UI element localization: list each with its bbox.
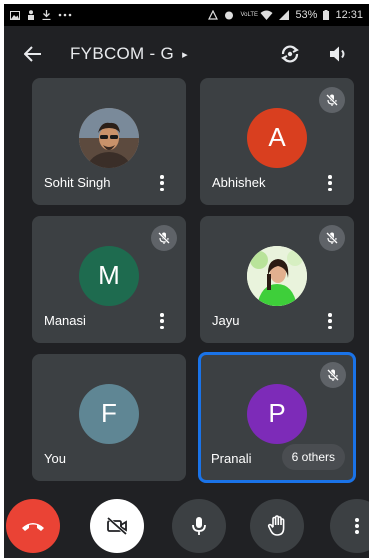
more-options-button[interactable] <box>330 499 369 553</box>
mic-off-badge <box>319 225 345 251</box>
more-dots-icon <box>58 13 72 17</box>
volte-icon: VoLTE <box>240 12 259 18</box>
end-call-button[interactable] <box>6 499 60 553</box>
microphone-button[interactable] <box>172 499 226 553</box>
alarm-icon <box>225 11 234 20</box>
status-bar: VoLTE 53% 12:31 <box>4 4 369 26</box>
signal-icon <box>279 10 290 20</box>
status-left <box>10 10 72 20</box>
videocam-off-icon <box>107 517 127 535</box>
clock-text: 12:31 <box>335 9 363 21</box>
connect-icon <box>208 10 219 20</box>
mic-off-icon <box>327 369 339 381</box>
mic-off-badge <box>319 87 345 113</box>
avatar-photo-sohit-singh <box>79 107 139 168</box>
battery-icon <box>323 10 330 20</box>
more-vert-icon[interactable] <box>326 175 334 191</box>
profile-photo-icon <box>247 245 307 306</box>
participant-tile-you[interactable]: F You <box>32 354 186 481</box>
more-vert-icon[interactable] <box>326 313 334 329</box>
title-expand-icon[interactable]: ▸ <box>182 48 188 61</box>
participant-name: Abhishek <box>212 175 266 190</box>
participant-name: Pranali <box>211 451 252 466</box>
back-button[interactable] <box>18 39 48 69</box>
participant-name: You <box>44 451 66 466</box>
battery-text: 53% <box>295 9 318 21</box>
participant-tile-abhishek[interactable]: A Abhishek <box>200 78 354 205</box>
avatar-you: F <box>79 383 139 444</box>
more-vert-icon[interactable] <box>158 175 166 191</box>
avatar-manasi: M <box>79 245 139 306</box>
mic-off-icon <box>326 232 338 244</box>
others-chip[interactable]: 6 others <box>281 444 345 470</box>
wifi-icon <box>260 10 273 20</box>
status-right: VoLTE 53% 12:31 <box>208 9 363 21</box>
mic-off-icon <box>158 232 170 244</box>
image-icon <box>10 10 20 20</box>
call-controls <box>4 492 369 558</box>
participant-tile-sohit-singh[interactable]: Sohit Singh <box>32 78 186 205</box>
meeting-title[interactable]: FYBCOM - G <box>70 44 174 64</box>
mic-off-badge <box>320 362 346 388</box>
avatar-abhishek: A <box>247 107 307 168</box>
participant-tile-manasi[interactable]: M Manasi <box>32 216 186 343</box>
participant-name: Sohit Singh <box>44 175 111 190</box>
switch-camera-button[interactable] <box>277 41 303 67</box>
camera-toggle-button[interactable] <box>90 499 144 553</box>
mic-icon <box>192 517 206 535</box>
raise-hand-button[interactable] <box>250 499 304 553</box>
profile-photo-icon <box>79 107 139 168</box>
hand-icon <box>267 515 285 536</box>
participant-tile-jayu[interactable]: Jayu <box>200 216 354 343</box>
arrow-back-icon <box>24 46 41 62</box>
download-icon <box>42 10 51 20</box>
more-vert-icon[interactable] <box>158 313 166 329</box>
participant-name: Manasi <box>44 313 86 328</box>
mic-off-badge <box>151 225 177 251</box>
speaker-icon <box>330 46 345 62</box>
app-screen: VoLTE 53% 12:31 FYBCOM - G ▸ Sohit Singh… <box>4 4 369 558</box>
avatar-photo-jayu <box>247 245 307 306</box>
header-actions <box>277 41 355 67</box>
person-icon <box>28 10 34 20</box>
switch-camera-icon <box>281 45 299 63</box>
mic-off-icon <box>326 94 338 106</box>
more-vert-icon <box>355 518 359 534</box>
speaker-button[interactable] <box>325 41 351 67</box>
participant-tile-pranali[interactable]: P Pranali 6 others <box>198 352 356 483</box>
participant-name: Jayu <box>212 313 240 328</box>
avatar-pranali: P <box>247 383 307 444</box>
call-end-icon <box>22 523 44 531</box>
meeting-header: FYBCOM - G ▸ <box>4 26 369 82</box>
